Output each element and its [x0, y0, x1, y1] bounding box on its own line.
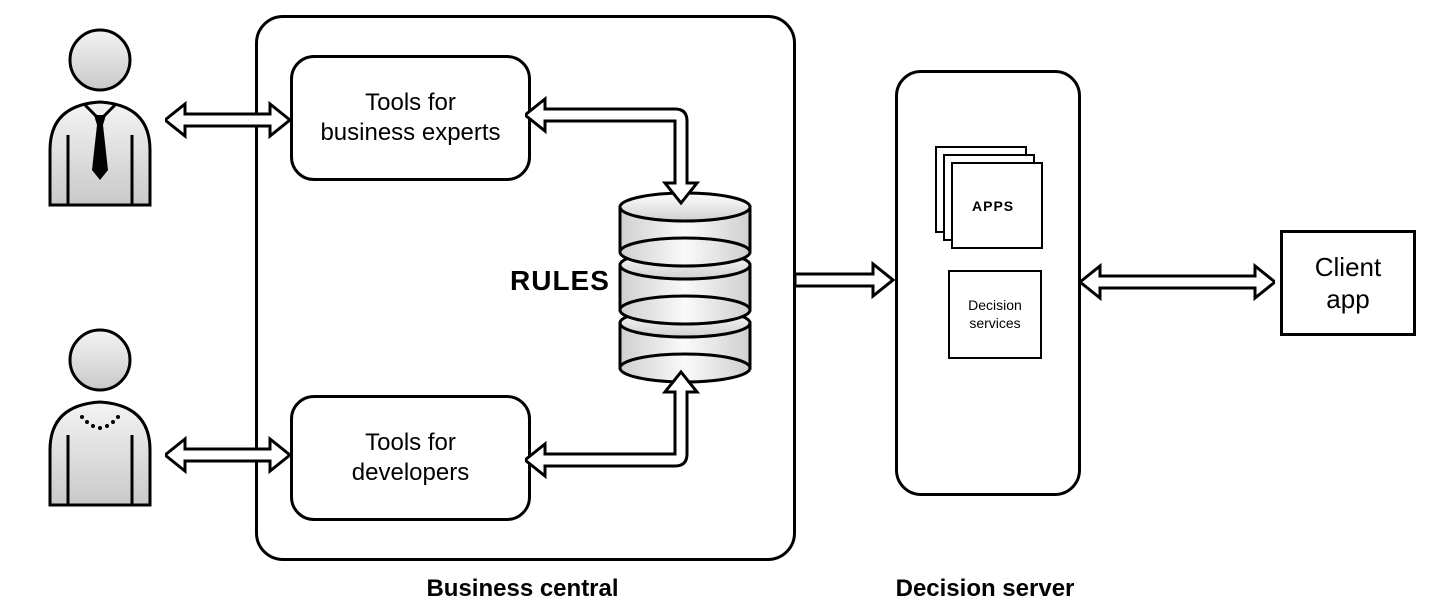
tools-developers-box: Tools for developers — [290, 395, 531, 521]
arrow-bc-to-ds — [795, 260, 895, 300]
apps-stack-icon — [928, 139, 1048, 254]
rules-label: RULES — [510, 265, 610, 297]
decision-server-title: Decision server — [895, 575, 1075, 603]
person-developer-icon — [30, 320, 170, 510]
arrow-person2-to-tools-devs — [165, 435, 290, 475]
business-central-title: Business central — [255, 575, 790, 603]
tools-business-experts-box: Tools for business experts — [290, 55, 531, 181]
decision-services-label: Decision services — [968, 297, 1022, 332]
client-app-box: Client app — [1280, 230, 1416, 336]
arrow-tools-devs-to-db — [525, 360, 725, 480]
person-business-expert-icon — [30, 20, 170, 210]
arrow-ds-to-client — [1080, 262, 1275, 302]
arrow-tools-experts-to-db — [525, 95, 725, 215]
database-icon — [610, 185, 760, 385]
decision-services-box: Decision services — [948, 270, 1042, 359]
arrow-person1-to-tools-experts — [165, 100, 290, 140]
apps-label: APPS — [972, 198, 1014, 214]
